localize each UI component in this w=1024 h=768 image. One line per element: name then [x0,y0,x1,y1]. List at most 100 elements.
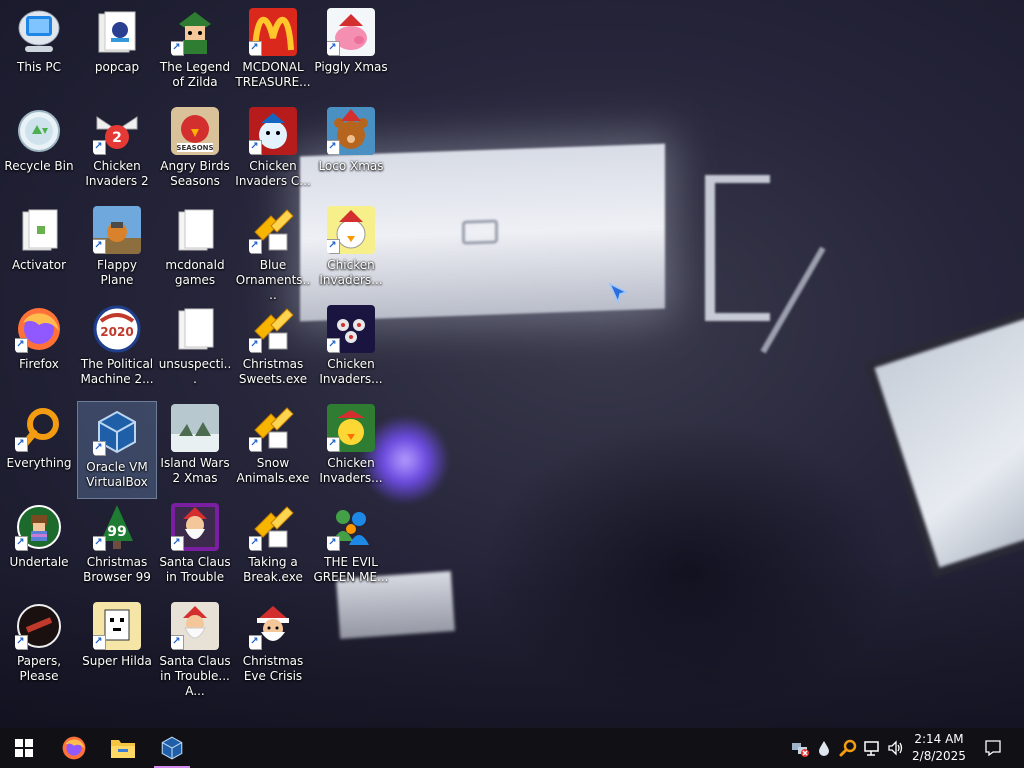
angry-birds-icon: SEASONS [171,107,219,155]
icon-label: Santa Claus in Trouble [159,555,231,584]
icon-label: Angry Birds Seasons [160,159,230,188]
desktop-icon-chicken-invaders-a[interactable]: ↗ Chicken Invaders... [312,200,390,296]
shortcut-arrow-icon: ↗ [15,437,28,452]
desktop-icon-this-pc[interactable]: This PC [0,2,78,98]
desktop-icon-recycle-bin[interactable]: Recycle Bin [0,101,78,197]
desktop-icon-island-wars-2-xmas[interactable]: Island Wars 2 Xmas [156,398,234,494]
undertale-icon: ↗ [15,503,63,551]
taskbar-firefox-button[interactable] [50,728,98,768]
shortcut-arrow-icon: ↗ [327,41,340,56]
taskbar-virtualbox-button[interactable] [148,728,196,768]
icon-label: Chicken Invaders... [319,456,383,485]
desktop-icon-papers-please[interactable]: ↗ Papers, Please [0,596,78,692]
desktop-icon-taking-a-break[interactable]: ↗ Taking a Break.exe [234,497,312,593]
icon-label: Undertale [9,555,69,569]
icon-label: Super Hilda [82,654,152,668]
chicken-invaders-icon: ↗ [327,206,375,254]
desktop-icon-political-machine[interactable]: 2020 The Political Machine 2... [78,299,156,395]
windows-logo-icon [15,739,33,757]
icon-label: Christmas Sweets.exe [238,357,308,386]
desktop-icon-christmas-browser-99[interactable]: 99 ↗ Christmas Browser 99 [78,497,156,593]
icon-label: Chicken Invaders 2 [85,159,149,188]
shortcut-arrow-icon: ↗ [93,536,106,551]
icon-label: Island Wars 2 Xmas [160,456,230,485]
taskbar-file-explorer-button[interactable] [99,728,147,768]
desktop-icon-christmas-sweets[interactable]: ↗ Christmas Sweets.exe [234,299,312,395]
desktop-icon-angry-birds-seasons[interactable]: SEASONS Angry Birds Seasons [156,101,234,197]
shortcut-arrow-icon: ↗ [15,536,28,551]
virtualbox-icon: ↗ [93,408,141,456]
desktop-icon-santa-claus-in-trouble[interactable]: ↗ Santa Claus in Trouble [156,497,234,593]
icon-label: Taking a Break.exe [243,555,303,584]
virtualbox-icon [161,736,183,760]
desktop-icon-chicken-invaders-c[interactable]: ↗ Chicken Invaders C... [234,101,312,197]
desktop-icon-chicken-invaders-b[interactable]: ↗ Chicken Invaders... [312,299,390,395]
shortcut-arrow-icon: ↗ [327,536,340,551]
icon-label: Blue Ornaments.... [235,258,311,302]
desktop-icon-flappy-plane[interactable]: ↗ Flappy Plane [78,200,156,296]
taskbar: 2:14 AM 2/8/2025 [0,728,1024,768]
icon-label: MCDONAL TREASURE... [235,60,311,89]
start-button[interactable] [0,728,48,768]
recycle-bin-icon [15,107,63,155]
icon-label: popcap [94,60,140,74]
shortcut-arrow-icon: ↗ [249,437,262,452]
shortcut-arrow-icon: ↗ [93,441,106,456]
shortcut-arrow-icon: ↗ [249,635,262,650]
desktop-icon-mcdonald-games[interactable]: mcdonald games [156,200,234,296]
shortcut-arrow-icon: ↗ [171,635,184,650]
shortcut-arrow-icon: ↗ [249,140,262,155]
network-icon[interactable] [863,739,881,757]
shortcut-arrow-icon: ↗ [327,239,340,254]
icon-label: The Political Machine 2... [80,357,154,386]
folder-icon [15,206,63,254]
icon-label: Christmas Eve Crisis [242,654,304,683]
icon-label: Christmas Browser 99 [83,555,151,584]
desktop-icon-christmas-eve-crisis[interactable]: ↗ Christmas Eve Crisis [234,596,312,692]
desktop-icon-area: This PC Recycle Bin Activator ↗ Firefox … [0,0,1024,728]
desktop-icon-firefox[interactable]: ↗ Firefox [0,299,78,395]
flappy-plane-icon: ↗ [93,206,141,254]
desktop-icon-chicken-invaders-2[interactable]: 2 ↗ Chicken Invaders 2 [78,101,156,197]
icon-label: Snow Animals.exe [236,456,310,485]
desktop-icon-santa-claus-in-trouble-a[interactable]: ↗ Santa Claus in Trouble... A... [156,596,234,698]
icon-label: Piggly Xmas [314,60,388,74]
mcdonalds-icon: ↗ [249,8,297,56]
shortcut-arrow-icon: ↗ [15,635,28,650]
icon-label: Loco Xmas [318,159,384,173]
desktop-icon-unsuspecti[interactable]: unsuspecti... [156,299,234,395]
desktop-icon-super-hilda[interactable]: ↗ Super Hilda [78,596,156,692]
desktop-icon-chicken-invaders-c2[interactable]: ↗ Chicken Invaders... [312,398,390,494]
desktop-icon-legend-of-zilda[interactable]: ↗ The Legend of Zilda [156,2,234,98]
desktop-icon-everything[interactable]: ↗ Everything [0,398,78,494]
desktop-icon-blue-ornaments[interactable]: ↗ Blue Ornaments.... [234,200,312,302]
icon-label: unsuspecti... [158,357,232,386]
icon-label: Recycle Bin [4,159,74,173]
desktop-icon-snow-animals[interactable]: ↗ Snow Animals.exe [234,398,312,494]
shortcut-arrow-icon: ↗ [249,239,262,254]
icon-label: Chicken Invaders... [319,258,383,287]
icon-label: mcdonald games [165,258,225,287]
icon-label: Papers, Please [16,654,62,683]
desktop-icon-loco-xmas[interactable]: ↗ Loco Xmas [312,101,390,197]
taskbar-clock[interactable]: 2:14 AM 2/8/2025 [908,728,970,768]
icon-label: Flappy Plane [97,258,137,287]
santa-claus-icon: ↗ [171,602,219,650]
desktop-icon-activator[interactable]: Activator [0,200,78,296]
everything-search-icon[interactable] [839,739,857,757]
desktop-icon-undertale[interactable]: ↗ Undertale [0,497,78,593]
volume-icon[interactable] [887,739,905,757]
desktop-icon-mcdonal-treasure[interactable]: ↗ MCDONAL TREASURE... [234,2,312,98]
action-center-button[interactable] [978,728,1008,768]
clock-time: 2:14 AM [914,732,964,746]
network-error-icon[interactable] [791,739,809,757]
desktop-icon-evil-green-me[interactable]: ↗ THE EVIL GREEN ME... [312,497,390,593]
shortcut-arrow-icon: ↗ [171,536,184,551]
shortcut-arrow-icon: ↗ [171,41,184,56]
folder-icon [171,305,219,353]
desktop-icon-oracle-vm-virtualbox[interactable]: ↗ Oracle VM VirtualBox [77,401,157,499]
desktop-icon-piggly-xmas[interactable]: ↗ Piggly Xmas [312,2,390,98]
water-drop-icon[interactable] [815,739,833,757]
desktop-icon-popcap[interactable]: popcap [78,2,156,98]
shortcut-arrow-icon: ↗ [15,338,28,353]
